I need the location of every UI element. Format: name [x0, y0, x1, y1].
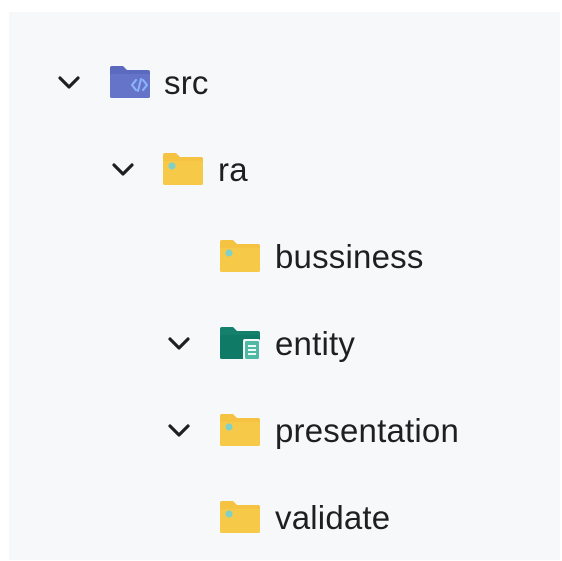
package-folder-icon: [218, 499, 262, 535]
package-folder-icon: [161, 151, 205, 187]
tree-node-label: validate: [275, 499, 391, 536]
tree-node-label: bussiness: [275, 238, 424, 275]
chevron-down-icon[interactable]: [57, 71, 81, 95]
tree-node-entity[interactable]: entity: [9, 314, 409, 374]
chevron-down-icon[interactable]: [111, 158, 135, 182]
chevron-down-icon[interactable]: [167, 419, 191, 443]
chevron-down-icon[interactable]: [167, 332, 191, 356]
tree-node-label: src: [164, 64, 209, 101]
tree-node-label: entity: [275, 325, 356, 362]
package-folder-icon: [218, 412, 262, 448]
tree-node-validate[interactable]: validate: [9, 488, 449, 548]
tree-node-label: presentation: [275, 412, 460, 449]
source-folder-icon: [108, 64, 152, 100]
entity-folder-icon: [218, 325, 262, 361]
project-tree-panel: src ra bussiness entity presentation val…: [9, 12, 560, 560]
tree-node-bussiness[interactable]: bussiness: [9, 227, 479, 287]
tree-node-presentation[interactable]: presentation: [9, 401, 549, 461]
tree-node-src[interactable]: src: [9, 53, 269, 113]
tree-node-ra[interactable]: ra: [9, 140, 309, 200]
package-folder-icon: [218, 238, 262, 274]
tree-node-label: ra: [218, 151, 248, 188]
